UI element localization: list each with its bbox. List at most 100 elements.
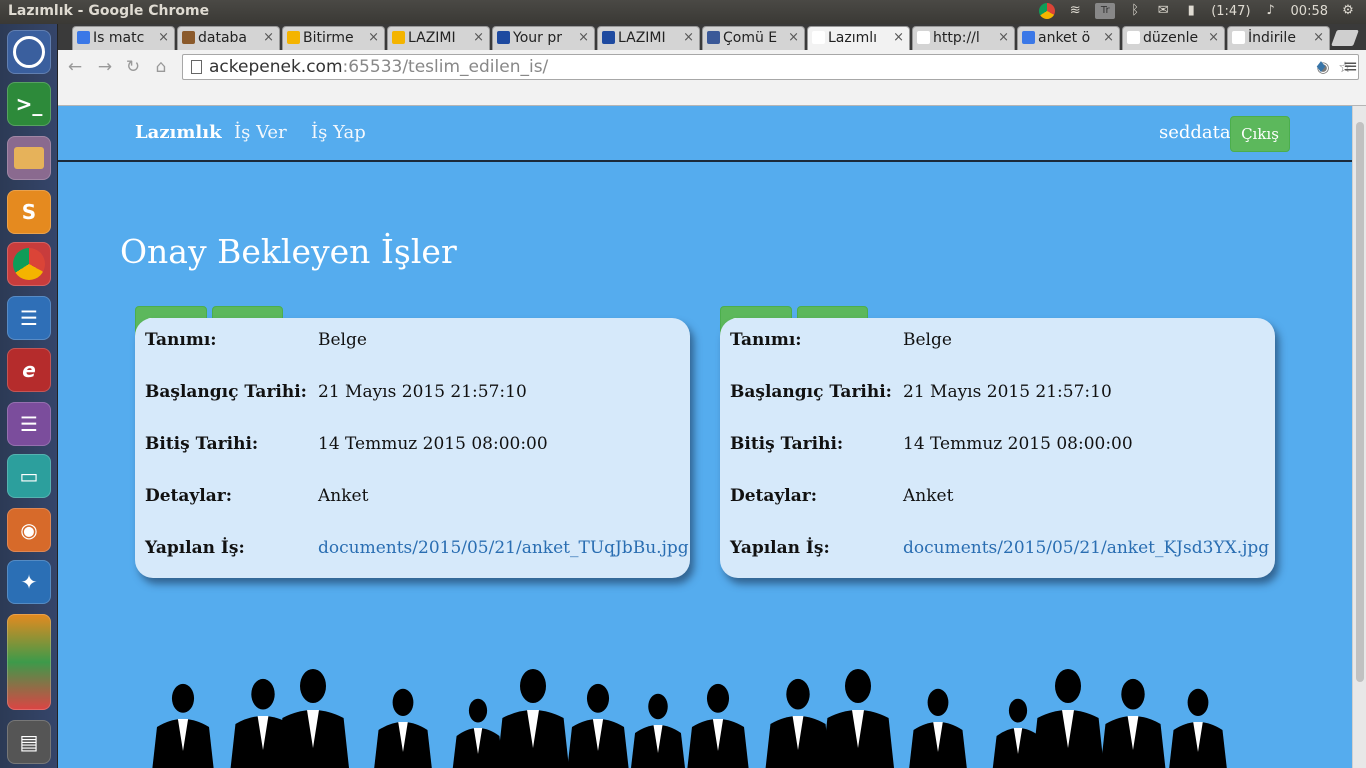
tab-label: http://l: [933, 30, 980, 46]
page-scrollbar[interactable]: [1352, 106, 1366, 768]
stacked-apps-icon[interactable]: [7, 614, 51, 710]
work-file-link[interactable]: documents/2015/05/21/anket_KJsd3YX.jpg: [903, 538, 1269, 558]
field-value: 14 Temmuz 2015 08:00:00: [318, 434, 548, 454]
address-url[interactable]: ackepenek.com:65533/teslim_edilen_is/: [209, 57, 548, 77]
browser-tab[interactable]: Is matc ×: [72, 26, 175, 50]
person-silhouette: [497, 669, 569, 768]
browser-tab[interactable]: LAZIMI ×: [387, 26, 490, 50]
tab-favicon-icon: [182, 31, 195, 44]
browser-tab[interactable]: düzenle ×: [1122, 26, 1225, 50]
tab-close-icon[interactable]: ×: [683, 27, 694, 49]
tab-favicon-icon: [1232, 31, 1245, 44]
tab-label: LAZIMI: [618, 30, 666, 46]
bluetooth-icon[interactable]: ᛒ: [1127, 3, 1143, 19]
forward-icon[interactable]: →: [94, 56, 116, 78]
chrome-tray-icon[interactable]: [1039, 3, 1056, 19]
nav-link-is-yap[interactable]: İş Yap: [311, 122, 366, 143]
people-silhouette-banner: [152, 669, 1227, 768]
browser-tab[interactable]: Lazımlı ×: [807, 26, 910, 50]
chrome-icon[interactable]: [7, 242, 51, 286]
tab-close-icon[interactable]: ×: [578, 27, 589, 49]
field-label: Detaylar:: [730, 486, 818, 506]
power-gear-icon[interactable]: ⚙: [1340, 3, 1356, 19]
browser-tab[interactable]: Çomü E ×: [702, 26, 805, 50]
field-label: Detaylar:: [145, 486, 233, 506]
reload-icon[interactable]: ↻: [122, 56, 144, 78]
back-icon[interactable]: ←: [64, 56, 86, 78]
browser-tab[interactable]: Bitirme ×: [282, 26, 385, 50]
chrome-menu-icon[interactable]: ≡: [1343, 56, 1358, 77]
battery-time[interactable]: (1:47): [1211, 4, 1250, 19]
chrome-window: Is matc × databa × Bitirme × LAZIMI × Your pr × LA…: [58, 24, 1366, 768]
tab-favicon-icon: [917, 31, 930, 44]
tab-favicon-icon: [1022, 31, 1035, 44]
home-icon[interactable]: ⌂: [150, 56, 172, 78]
new-tab-button[interactable]: [1331, 30, 1359, 46]
text-editor-icon[interactable]: ☰: [7, 296, 51, 340]
battery-icon[interactable]: ▮: [1183, 3, 1199, 19]
sublime-text-icon[interactable]: S: [7, 190, 51, 234]
keyboard-layout-indicator[interactable]: Tr: [1095, 3, 1116, 19]
browser-tab[interactable]: İndirile ×: [1227, 26, 1330, 50]
field-label: Başlangıç Tarihi:: [145, 382, 307, 402]
unity-launcher: >_ S ☰ e ☰ ▭ ◉ ✦ ▤: [0, 24, 58, 768]
site-brand-link[interactable]: Lazımlık: [135, 122, 222, 143]
tab-close-icon[interactable]: ×: [1313, 27, 1324, 49]
tab-label: Lazımlı: [828, 30, 878, 46]
tab-close-icon[interactable]: ×: [263, 27, 274, 49]
python-extension-icon[interactable]: ♦: [1312, 58, 1330, 76]
tab-close-icon[interactable]: ×: [1103, 27, 1114, 49]
person-silhouette: [765, 678, 831, 768]
page-title: Onay Bekleyen İşler: [120, 232, 457, 271]
media-player-icon[interactable]: ◉: [7, 508, 51, 552]
field-value: Anket: [318, 486, 369, 506]
tab-strip: Is matc × databa × Bitirme × LAZIMI × Your pr × LA…: [58, 24, 1366, 50]
tab-favicon-icon: [602, 31, 615, 44]
mail-icon[interactable]: ✉: [1155, 3, 1171, 19]
page-viewport: Lazımlık İş Ver İş Yap seddatak Çıkış On…: [58, 106, 1366, 768]
tab-label: düzenle: [1143, 30, 1199, 46]
ubuntu-dash-icon[interactable]: [7, 30, 51, 74]
field-label: Bitiş Tarihi:: [730, 434, 844, 454]
system-tray: ≋ Tr ᛒ ✉ ▮ (1:47) ♪ 00:58 ⚙: [1039, 3, 1356, 19]
tab-close-icon[interactable]: ×: [368, 27, 379, 49]
field-label: Tanımı:: [730, 330, 802, 350]
remote-desktop-icon[interactable]: ▭: [7, 454, 51, 498]
trash-icon[interactable]: ▤: [7, 720, 51, 764]
person-silhouette: [1032, 669, 1104, 768]
browser-tab[interactable]: Your pr ×: [492, 26, 595, 50]
address-bar[interactable]: ackepenek.com:65533/teslim_edilen_is/ ◉ …: [182, 54, 1359, 80]
job-card: Tanımı: Belge Başlangıç Tarihi: 21 Mayıs 20…: [135, 318, 690, 578]
page-info-icon[interactable]: [191, 60, 202, 74]
tab-favicon-icon: [392, 31, 405, 44]
files-icon[interactable]: [7, 136, 51, 180]
emacs-icon[interactable]: e: [7, 348, 51, 392]
tab-close-icon[interactable]: ×: [473, 27, 484, 49]
tab-close-icon[interactable]: ×: [1208, 27, 1219, 49]
settings-icon[interactable]: ✦: [7, 560, 51, 604]
browser-tab[interactable]: http://l ×: [912, 26, 1015, 50]
volume-icon[interactable]: ♪: [1263, 3, 1279, 19]
tab-close-icon[interactable]: ×: [893, 27, 904, 49]
clock[interactable]: 00:58: [1291, 4, 1328, 19]
person-silhouette: [1100, 678, 1166, 768]
tab-close-icon[interactable]: ×: [998, 27, 1009, 49]
tab-label: Is matc: [93, 30, 145, 46]
field-value: Belge: [903, 330, 952, 350]
field-label: Başlangıç Tarihi:: [730, 382, 892, 402]
tab-label: Çomü E: [723, 30, 778, 46]
browser-tab[interactable]: databa ×: [177, 26, 280, 50]
nav-link-is-ver[interactable]: İş Ver: [234, 122, 287, 143]
document-viewer-icon[interactable]: ☰: [7, 402, 51, 446]
terminal-icon[interactable]: >_: [7, 82, 51, 126]
field-value: 14 Temmuz 2015 08:00:00: [903, 434, 1133, 454]
tab-close-icon[interactable]: ×: [158, 27, 169, 49]
work-file-link[interactable]: documents/2015/05/21/anket_TUqJbBu.jpg: [318, 538, 689, 558]
field-label: Tanımı:: [145, 330, 217, 350]
scrollbar-thumb[interactable]: [1356, 122, 1364, 682]
wifi-icon[interactable]: ≋: [1067, 3, 1083, 19]
browser-tab[interactable]: LAZIMI ×: [597, 26, 700, 50]
tab-close-icon[interactable]: ×: [788, 27, 799, 49]
browser-tab[interactable]: anket ö ×: [1017, 26, 1120, 50]
logout-button[interactable]: Çıkış: [1230, 116, 1290, 152]
